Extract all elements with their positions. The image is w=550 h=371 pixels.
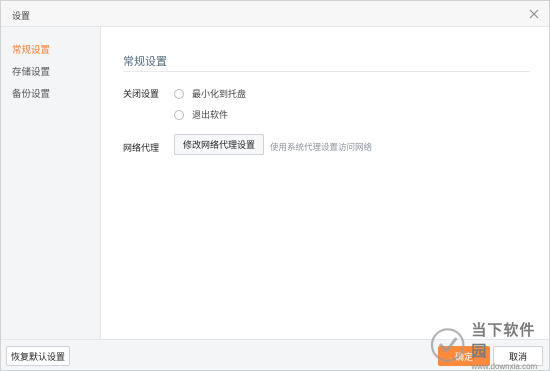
proxy-hint: 使用系统代理设置访问网络 (270, 142, 373, 152)
footer-bar: 恢复默认设置 确定 取消 (1, 339, 549, 370)
radio-exit-software[interactable]: 退出软件 (174, 108, 228, 121)
sidebar: 常规设置 存储设置 备份设置 (1, 27, 101, 339)
section-title: 常规设置 (123, 56, 167, 68)
close-icon[interactable] (527, 7, 541, 21)
sidebar-item-storage[interactable]: 存储设置 (12, 64, 50, 78)
settings-panel: 常规设置 关闭设置 最小化到托盘 退出软件 网络代理 修改网络代理设置 使用系统… (102, 27, 549, 339)
proxy-label: 网络代理 (123, 143, 160, 153)
ok-button[interactable]: 确定 (438, 346, 490, 366)
window-title: 设置 (12, 11, 31, 21)
restore-defaults-button[interactable]: 恢复默认设置 (6, 346, 70, 366)
radio-circle[interactable] (174, 109, 184, 120)
radio-circle[interactable] (174, 88, 184, 99)
close-setting-label: 关闭设置 (123, 89, 160, 99)
title-bar: 设置 (1, 1, 549, 27)
settings-window: 设置 常规设置 存储设置 备份设置 常规设置 关闭设置 最小化到托盘 退出软件 … (0, 0, 550, 371)
sidebar-item-backup[interactable]: 备份设置 (12, 86, 50, 100)
cancel-button[interactable]: 取消 (493, 346, 543, 366)
radio-minimize-to-tray[interactable]: 最小化到托盘 (174, 87, 246, 100)
modify-proxy-button[interactable]: 修改网络代理设置 (174, 134, 264, 155)
sidebar-item-general[interactable]: 常规设置 (12, 42, 50, 56)
section-divider (123, 71, 530, 72)
radio-label: 最小化到托盘 (192, 89, 247, 99)
radio-label: 退出软件 (192, 110, 229, 120)
